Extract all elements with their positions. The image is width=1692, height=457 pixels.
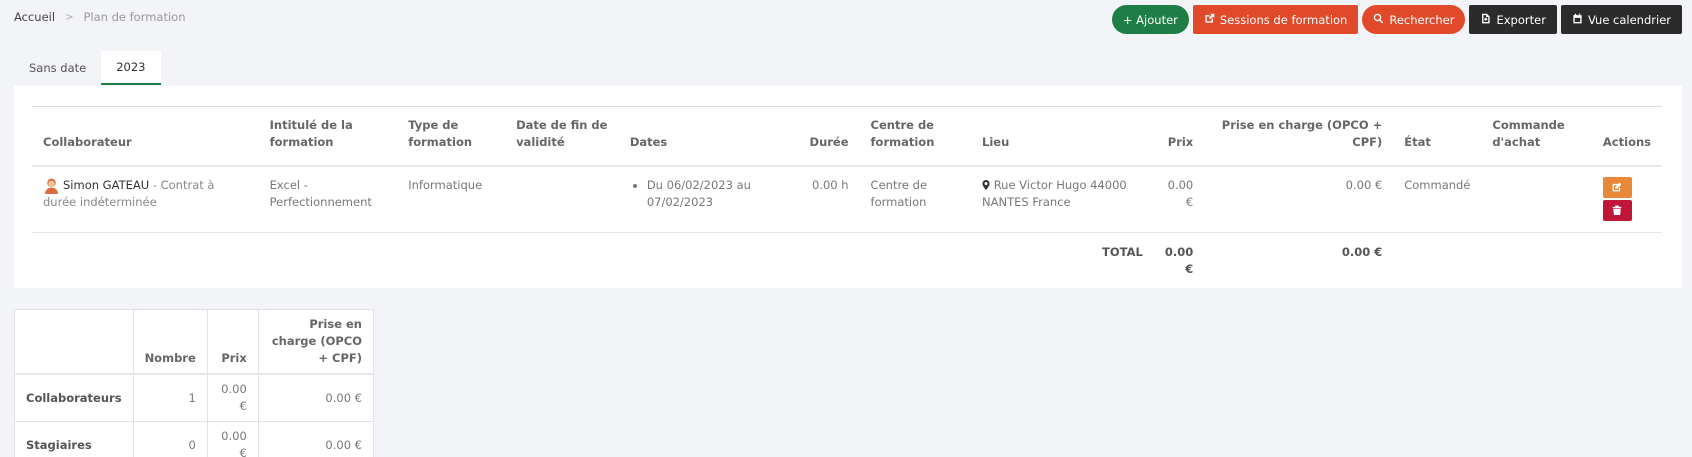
dates-list: Du 06/02/2023 au 07/02/2023 — [630, 177, 788, 211]
add-button-label: + Ajouter — [1122, 12, 1178, 27]
lieu-text: Rue Victor Hugo 44000 NANTES France — [982, 178, 1127, 209]
edit-button[interactable] — [1602, 177, 1632, 198]
date-range: Du 06/02/2023 au 07/02/2023 — [647, 177, 788, 211]
col-etat[interactable]: État — [1393, 106, 1482, 167]
summary-row-nombre: 0 — [132, 421, 208, 457]
total-prix: 0.00 € — [1164, 245, 1194, 276]
sessions-button-label: Sessions de formation — [1219, 12, 1348, 27]
col-dates[interactable]: Dates — [618, 106, 799, 167]
training-plan-panel: Collaborateur Intitulé de la formation T… — [14, 86, 1682, 288]
col-type[interactable]: Type de formation — [397, 106, 506, 167]
delete-button[interactable] — [1602, 200, 1632, 221]
total-prise-en-charge: 0.00 € — [1341, 245, 1383, 259]
tab-2023[interactable]: 2023 — [101, 51, 161, 85]
search-button[interactable]: Rechercher — [1362, 5, 1466, 34]
summary-row: Collaborateurs 1 0.00 € 0.00 € — [14, 373, 375, 422]
total-row: TOTAL 0.00 € 0.00 € — [32, 233, 1662, 289]
table-row: Simon GATEAU - Contrat à durée indétermi… — [32, 166, 1662, 233]
year-tabs: Sans date 2023 — [14, 51, 161, 85]
col-date-fin[interactable]: Date de fin de validité — [505, 106, 619, 167]
breadcrumb-current: Plan de formation — [83, 10, 186, 24]
col-centre[interactable]: Centre de formation — [859, 106, 972, 167]
summary-table: Nombre Prix Prise en charge (OPCO + CPF)… — [14, 309, 375, 457]
summary-col-prix: Prix — [206, 309, 259, 375]
cell-type: Informatique — [397, 166, 506, 233]
cell-date-fin — [505, 166, 619, 233]
file-export-icon — [1480, 13, 1491, 27]
tab-sans-date[interactable]: Sans date — [14, 51, 101, 85]
summary-row-prise: 0.00 € — [257, 421, 375, 457]
total-label: TOTAL — [1102, 245, 1143, 259]
cell-etat: Commandé — [1393, 166, 1482, 233]
col-prix[interactable]: Prix — [1153, 106, 1205, 167]
summary-row-prise: 0.00 € — [257, 373, 375, 422]
summary-row-prix: 0.00 € — [206, 373, 259, 422]
table-header-row: Collaborateur Intitulé de la formation T… — [32, 106, 1662, 167]
breadcrumb: Accueil > Plan de formation — [14, 10, 186, 24]
training-table: Collaborateur Intitulé de la formation T… — [32, 106, 1662, 288]
summary-col-empty — [14, 309, 134, 375]
export-button-label: Exporter — [1496, 12, 1546, 27]
cell-prise-en-charge: 0.00 € — [1204, 166, 1394, 233]
search-button-label: Rechercher — [1389, 12, 1455, 27]
summary-col-nombre: Nombre — [132, 309, 208, 375]
col-commande[interactable]: Commande d'achat — [1481, 106, 1592, 167]
summary-col-prise-en-charge: Prise en charge (OPCO + CPF) — [257, 309, 375, 375]
total-empty — [1393, 233, 1662, 289]
cell-collaborateur: Simon GATEAU - Contrat à durée indétermi… — [32, 166, 259, 233]
edit-icon — [1612, 180, 1622, 195]
summary-row-nombre: 1 — [132, 373, 208, 422]
col-prise-en-charge[interactable]: Prise en charge (OPCO + CPF) — [1204, 106, 1394, 167]
cell-duree: 0.00 h — [798, 166, 860, 233]
calendar-icon — [1572, 13, 1583, 27]
export-button[interactable]: Exporter — [1469, 5, 1557, 34]
sessions-button[interactable]: Sessions de formation — [1192, 5, 1359, 34]
cell-intitule: Excel - Perfectionnement — [258, 166, 398, 233]
col-actions: Actions — [1591, 106, 1662, 167]
add-button[interactable]: + Ajouter — [1111, 5, 1189, 34]
summary-row: Stagiaires 0 0.00 € 0.00 € — [14, 421, 375, 457]
col-duree[interactable]: Durée — [798, 106, 860, 167]
collaborateur-name[interactable]: Simon GATEAU — [63, 178, 149, 192]
external-link-icon — [1204, 13, 1215, 27]
calendar-view-button[interactable]: Vue calendrier — [1560, 5, 1682, 34]
search-icon — [1373, 13, 1384, 27]
calendar-view-button-label: Vue calendrier — [1587, 12, 1671, 27]
col-collaborateur[interactable]: Collaborateur — [32, 106, 259, 167]
summary-row-label: Stagiaires — [14, 421, 134, 457]
breadcrumb-home-link[interactable]: Accueil — [14, 10, 55, 24]
col-intitule[interactable]: Intitulé de la formation — [258, 106, 398, 167]
cell-prix: 0.00 € — [1153, 166, 1205, 233]
cell-actions — [1591, 166, 1662, 233]
summary-row-prix: 0.00 € — [206, 421, 259, 457]
cell-centre: Centre de formation — [859, 166, 972, 233]
breadcrumb-separator-icon: > — [65, 11, 74, 23]
avatar — [43, 177, 60, 194]
map-marker-icon — [982, 178, 990, 192]
summary-header-row: Nombre Prix Prise en charge (OPCO + CPF) — [14, 309, 375, 375]
col-lieu[interactable]: Lieu — [971, 106, 1154, 167]
summary-row-label: Collaborateurs — [14, 373, 134, 422]
toolbar: + Ajouter Sessions de formation Recherch… — [1111, 5, 1682, 34]
cell-lieu: Rue Victor Hugo 44000 NANTES France — [971, 166, 1154, 233]
cell-dates: Du 06/02/2023 au 07/02/2023 — [618, 166, 799, 233]
trash-icon — [1612, 203, 1622, 218]
cell-commande — [1481, 166, 1592, 233]
